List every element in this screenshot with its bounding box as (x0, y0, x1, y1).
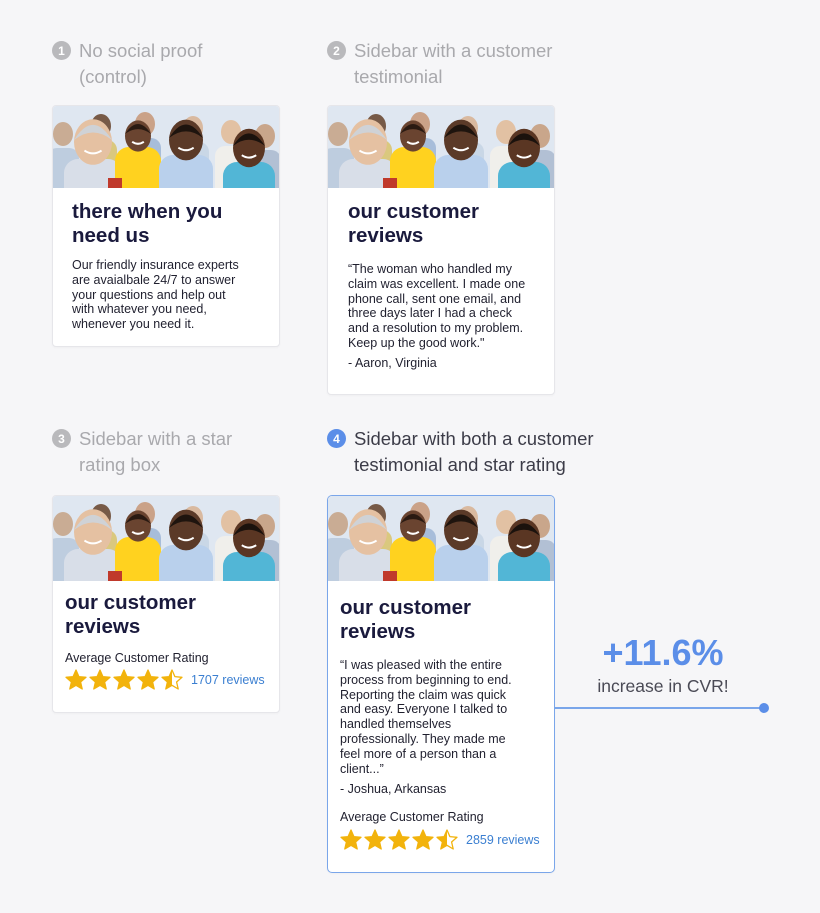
variant-1-heading: 1 No social proof (control) (52, 38, 202, 90)
crowd-photo (328, 496, 554, 581)
star-icon (65, 669, 87, 690)
variant-heading-line: Sidebar with both a customer (354, 428, 594, 449)
crowd-photo (53, 106, 279, 188)
cvr-lift-value: +11.6% (602, 632, 724, 673)
panel-title-line: reviews (340, 620, 416, 643)
panel-title-line: our customer (348, 200, 479, 223)
panel-title-line: reviews (348, 224, 424, 247)
star-icon (89, 669, 111, 690)
crowd-photo (328, 106, 554, 188)
star-icon (137, 669, 159, 690)
variant-number-badge: 1 (52, 41, 71, 60)
quote-line: Reporting the claim was quick (340, 687, 507, 702)
testimonial-quote: “I was pleased with the entire process f… (340, 658, 554, 776)
sidebar-panel: there when you need us Our friendly insu… (59, 198, 274, 333)
star-icon (388, 829, 410, 851)
panel-body-line: are avaialbale 24/7 to answer (72, 272, 236, 287)
quote-line: and a resolution to my problem. (348, 321, 524, 336)
quote-line: professionally. They made me (340, 731, 506, 746)
quote-line: phone call, sent one email, and (348, 291, 522, 306)
quote-line: and easy. Everyone I talked to (340, 702, 508, 717)
quote-line: process from beginning to end. (340, 672, 512, 687)
panel-title-line: need us (72, 224, 150, 247)
variant-2-heading: 2 Sidebar with a customer testimonial (327, 38, 552, 90)
testimonial-author: - Joshua, Arkansas (340, 782, 447, 797)
quote-line: three days later I had a check (348, 306, 512, 321)
half-star-icon (436, 829, 458, 851)
quote-line: “I was pleased with the entire (340, 658, 502, 672)
panel-body-line: Our friendly insurance experts (72, 258, 239, 272)
sidebar-panel: our customer reviews Average Customer Ra… (53, 590, 279, 700)
variant-1-card: there when you need us Our friendly insu… (52, 105, 280, 347)
variant-3-card: our customer reviews Average Customer Ra… (52, 495, 280, 713)
variant-number-badge: 2 (327, 41, 346, 60)
variant-heading-line: testimonial and star rating (354, 454, 566, 475)
star-icon (364, 829, 386, 851)
connector-line (554, 707, 764, 709)
testimonial-quote: “The woman who handled my claim was exce… (348, 262, 545, 351)
panel-body-line: whenever you need it. (72, 317, 195, 332)
sidebar-panel: our customer reviews “I was pleased with… (328, 594, 554, 864)
variant-number-badge: 3 (52, 429, 71, 448)
variant-heading-line: (control) (79, 66, 147, 87)
variant-3-heading: 3 Sidebar with a star rating box (52, 426, 232, 478)
panel-title-line: there when you (72, 200, 223, 223)
variant-heading-line: Sidebar with a star (79, 428, 233, 449)
panel-title-line: our customer (65, 591, 196, 614)
variant-heading-line: Sidebar with a customer (354, 40, 553, 61)
rating-label: Average Customer Rating (65, 651, 209, 665)
panel-body-line: your questions and help out (72, 287, 226, 302)
review-count-link[interactable]: 1707 reviews (191, 673, 265, 687)
sidebar-panel: our customer reviews “The woman who hand… (336, 198, 545, 381)
connector-dot (759, 703, 769, 713)
variant-4-card: our customer reviews “I was pleased with… (327, 495, 555, 873)
rating-label: Average Customer Rating (340, 810, 484, 825)
result-callout: +11.6% increase in CVR! (593, 631, 733, 697)
review-count-link[interactable]: 2859 reviews (466, 833, 540, 847)
quote-line: “The woman who handled my (348, 262, 512, 276)
quote-line: handled themselves (340, 717, 452, 732)
half-star-icon (161, 669, 183, 690)
variant-number-badge: 4 (327, 429, 346, 448)
quote-line: feel more of a person than a (340, 746, 497, 761)
variant-4-heading: 4 Sidebar with both a customer testimoni… (327, 426, 594, 478)
panel-title-line: our customer (340, 596, 471, 619)
cvr-lift-label: increase in CVR! (597, 676, 729, 696)
star-rating: 2859 reviews (340, 829, 554, 851)
star-rating: 1707 reviews (65, 669, 279, 690)
panel-title-line: reviews (65, 615, 141, 638)
panel-body-line: with whatever you need, (72, 302, 207, 317)
star-icon (340, 829, 362, 851)
testimonial-author: - Aaron, Virginia (348, 355, 437, 370)
variant-heading-line: testimonial (354, 66, 443, 87)
star-icon (412, 829, 434, 851)
quote-line: client...” (340, 761, 384, 776)
quote-line: claim was excellent. I made one (348, 276, 526, 291)
star-icon (113, 669, 135, 690)
crowd-photo (53, 496, 279, 581)
quote-line: Keep up the good work." (348, 335, 485, 350)
variant-heading-line: No social proof (79, 40, 203, 61)
variant-2-card: our customer reviews “The woman who hand… (327, 105, 555, 395)
variant-heading-line: rating box (79, 454, 161, 475)
